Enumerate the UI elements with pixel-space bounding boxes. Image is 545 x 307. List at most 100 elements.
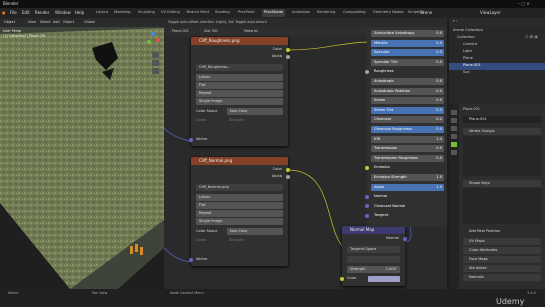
normal-socket-icon[interactable]: [403, 237, 407, 241]
projection-dropdown[interactable]: Flat: [196, 82, 283, 89]
image-selector[interactable]: Cliff_Roughness...: [196, 64, 283, 71]
source-dropdown[interactable]: Single Image: [196, 98, 283, 105]
vertex-groups-list[interactable]: [463, 136, 541, 176]
menu-select[interactable]: Select: [40, 20, 50, 25]
bsdf-input-socket-icon[interactable]: [365, 194, 369, 199]
strength-slider[interactable]: Strength 1.000: [347, 266, 400, 273]
bsdf-row[interactable]: Emission: [365, 164, 444, 171]
menu-view[interactable]: View: [28, 20, 36, 25]
bsdf-input-socket-icon[interactable]: [365, 165, 369, 170]
tab-sculpting[interactable]: Sculpting: [136, 9, 157, 17]
principled-bsdf-node[interactable]: Subsurface Anisotropy 0.0 Metallic 0.0 Specu…: [365, 27, 447, 227]
properties-editor[interactable]: Plane.001 Plane.001 Vertex Groups Shape …: [449, 104, 545, 289]
pan-icon[interactable]: [152, 60, 159, 66]
scene-selector[interactable]: Scene: [420, 10, 432, 16]
tab-layout[interactable]: Layout: [94, 9, 110, 17]
tab-animation[interactable]: Animation: [290, 9, 312, 17]
color-swatch[interactable]: [368, 276, 400, 282]
tab-procshade[interactable]: ProcShade: [262, 9, 285, 17]
navigation-gizmo[interactable]: [146, 32, 160, 46]
bsdf-row[interactable]: IOR 1.4: [371, 135, 444, 143]
filter-icon[interactable]: ▾ ⌕: [453, 19, 458, 24]
bsdf-row[interactable]: Clearcoat Roughness 0.0: [371, 126, 444, 133]
y-axis-icon[interactable]: [147, 40, 151, 44]
bsdf-input-socket-icon[interactable]: [365, 213, 369, 218]
tab-compositing[interactable]: Compositing: [341, 9, 368, 17]
interpolation-dropdown[interactable]: Linear: [196, 194, 283, 201]
alpha-socket-icon[interactable]: [286, 55, 290, 59]
color-input-socket-icon[interactable]: [340, 277, 344, 281]
node-header[interactable]: Cliff_Roughness.png: [191, 37, 288, 45]
uv-map-field[interactable]: [347, 256, 400, 263]
bsdf-row[interactable]: Specular 0.5: [371, 49, 444, 57]
bsdf-row[interactable]: Sheen 0.0: [371, 97, 444, 105]
tab-modeling[interactable]: Modeling: [112, 9, 132, 17]
menu-object[interactable]: Object: [63, 20, 74, 25]
source-dropdown[interactable]: Single Image: [196, 218, 283, 225]
outliner-row-plane-001[interactable]: Plane.001: [463, 63, 481, 67]
menu-add[interactable]: Add: [53, 20, 60, 25]
image-selector[interactable]: Cliff_Normal.png: [196, 184, 283, 191]
tab-procpaint[interactable]: ProcPaint: [236, 9, 257, 17]
tab-shading[interactable]: Shading: [213, 9, 232, 17]
mesh-name-field[interactable]: Plane.001: [463, 116, 541, 123]
interpolation-dropdown[interactable]: Linear: [196, 74, 283, 81]
section-face-maps[interactable]: Face Maps: [463, 256, 541, 263]
image-texture-node-roughness[interactable]: Cliff_Roughness.png Color Alpha Cliff_Ro…: [189, 37, 290, 146]
image-texture-node-normal[interactable]: Cliff_Normal.png Color Alpha Cliff_Norma…: [189, 157, 290, 266]
color-socket-icon[interactable]: [286, 48, 290, 52]
window-controls-icon[interactable]: – ▢ ✕: [518, 1, 530, 7]
node-header[interactable]: Cliff_Normal.png: [191, 157, 288, 165]
section-shape-keys[interactable]: Shape Keys: [463, 180, 541, 187]
alpha-socket-icon[interactable]: [286, 175, 290, 179]
visibility-icons[interactable]: ☑ 👁 ▣: [525, 35, 538, 40]
outliner-row-sun[interactable]: Sun: [463, 70, 470, 74]
camera-view-icon[interactable]: [152, 68, 159, 74]
menu-file[interactable]: File: [10, 10, 17, 15]
tool-tab-icon[interactable]: [451, 110, 457, 115]
vector-socket-icon[interactable]: [189, 258, 193, 262]
output-tab-icon[interactable]: [451, 126, 457, 131]
bsdf-row[interactable]: Transmission Roughness 0.0: [371, 154, 444, 162]
zoom-icon[interactable]: [152, 52, 159, 58]
projection-dropdown[interactable]: Flat: [196, 202, 283, 209]
color-space-dropdown[interactable]: Non-Color: [227, 108, 283, 115]
z-axis-icon[interactable]: [151, 32, 155, 36]
bsdf-row[interactable]: Anisotropic Rotation 0.0: [371, 87, 444, 95]
bsdf-row[interactable]: Alpha 1.0: [371, 183, 444, 191]
outliner[interactable]: ▾ ⌕ Scene Collection Collection Camera L…: [449, 18, 545, 104]
space-dropdown[interactable]: Tangent Space: [347, 246, 400, 253]
bsdf-row[interactable]: Subsurface Anisotropy 0.0: [371, 30, 444, 37]
section-normals[interactable]: Normals: [463, 274, 541, 281]
vector-socket-icon[interactable]: [189, 138, 193, 142]
node-header[interactable]: Normal Map: [342, 226, 405, 234]
extension-dropdown[interactable]: Repeat: [196, 210, 283, 217]
mode-dropdown[interactable]: Object: [4, 20, 15, 25]
scene-tab-icon[interactable]: [451, 134, 457, 139]
add-rest-position-checkbox[interactable]: Add Rest Position: [463, 228, 541, 235]
3d-viewport[interactable]: Object View Select Add Object Global Use…: [0, 18, 164, 289]
color-socket-icon[interactable]: [286, 168, 290, 172]
blender-logo-icon[interactable]: ●: [2, 10, 6, 15]
bsdf-row[interactable]: Emission Strength 1.0: [371, 174, 444, 181]
bsdf-row[interactable]: Specular Tint 0.0: [371, 58, 444, 66]
menu-help[interactable]: Help: [75, 10, 84, 15]
bsdf-row[interactable]: Anisotropic 0.0: [371, 78, 444, 85]
tab-texture-paint[interactable]: Texture Paint: [184, 9, 211, 17]
bsdf-input-socket-icon[interactable]: [365, 69, 369, 74]
section-attributes[interactable]: Attributes: [463, 265, 541, 272]
outliner-row-light[interactable]: Light: [463, 49, 472, 53]
scene-collection-row[interactable]: Scene Collection: [453, 28, 483, 32]
bsdf-row[interactable]: Metallic 0.0: [371, 39, 444, 47]
tab-rendering[interactable]: Rendering: [315, 9, 337, 17]
mesh-data-tab-icon[interactable]: [451, 142, 457, 147]
bsdf-row[interactable]: Clearcoat Normal: [365, 203, 444, 210]
material-tab-icon[interactable]: [451, 150, 457, 155]
x-axis-icon[interactable]: [156, 38, 160, 42]
section-vertex-groups[interactable]: Vertex Groups: [463, 128, 541, 135]
outliner-row-collection[interactable]: Collection: [457, 35, 475, 39]
outliner-row-plane[interactable]: Plane: [463, 56, 473, 60]
bsdf-row[interactable]: Transmission 0.0: [371, 145, 444, 153]
normal-map-node[interactable]: Normal Map Normal Tangent Space Strength…: [340, 226, 407, 286]
shape-keys-list[interactable]: [463, 188, 541, 224]
